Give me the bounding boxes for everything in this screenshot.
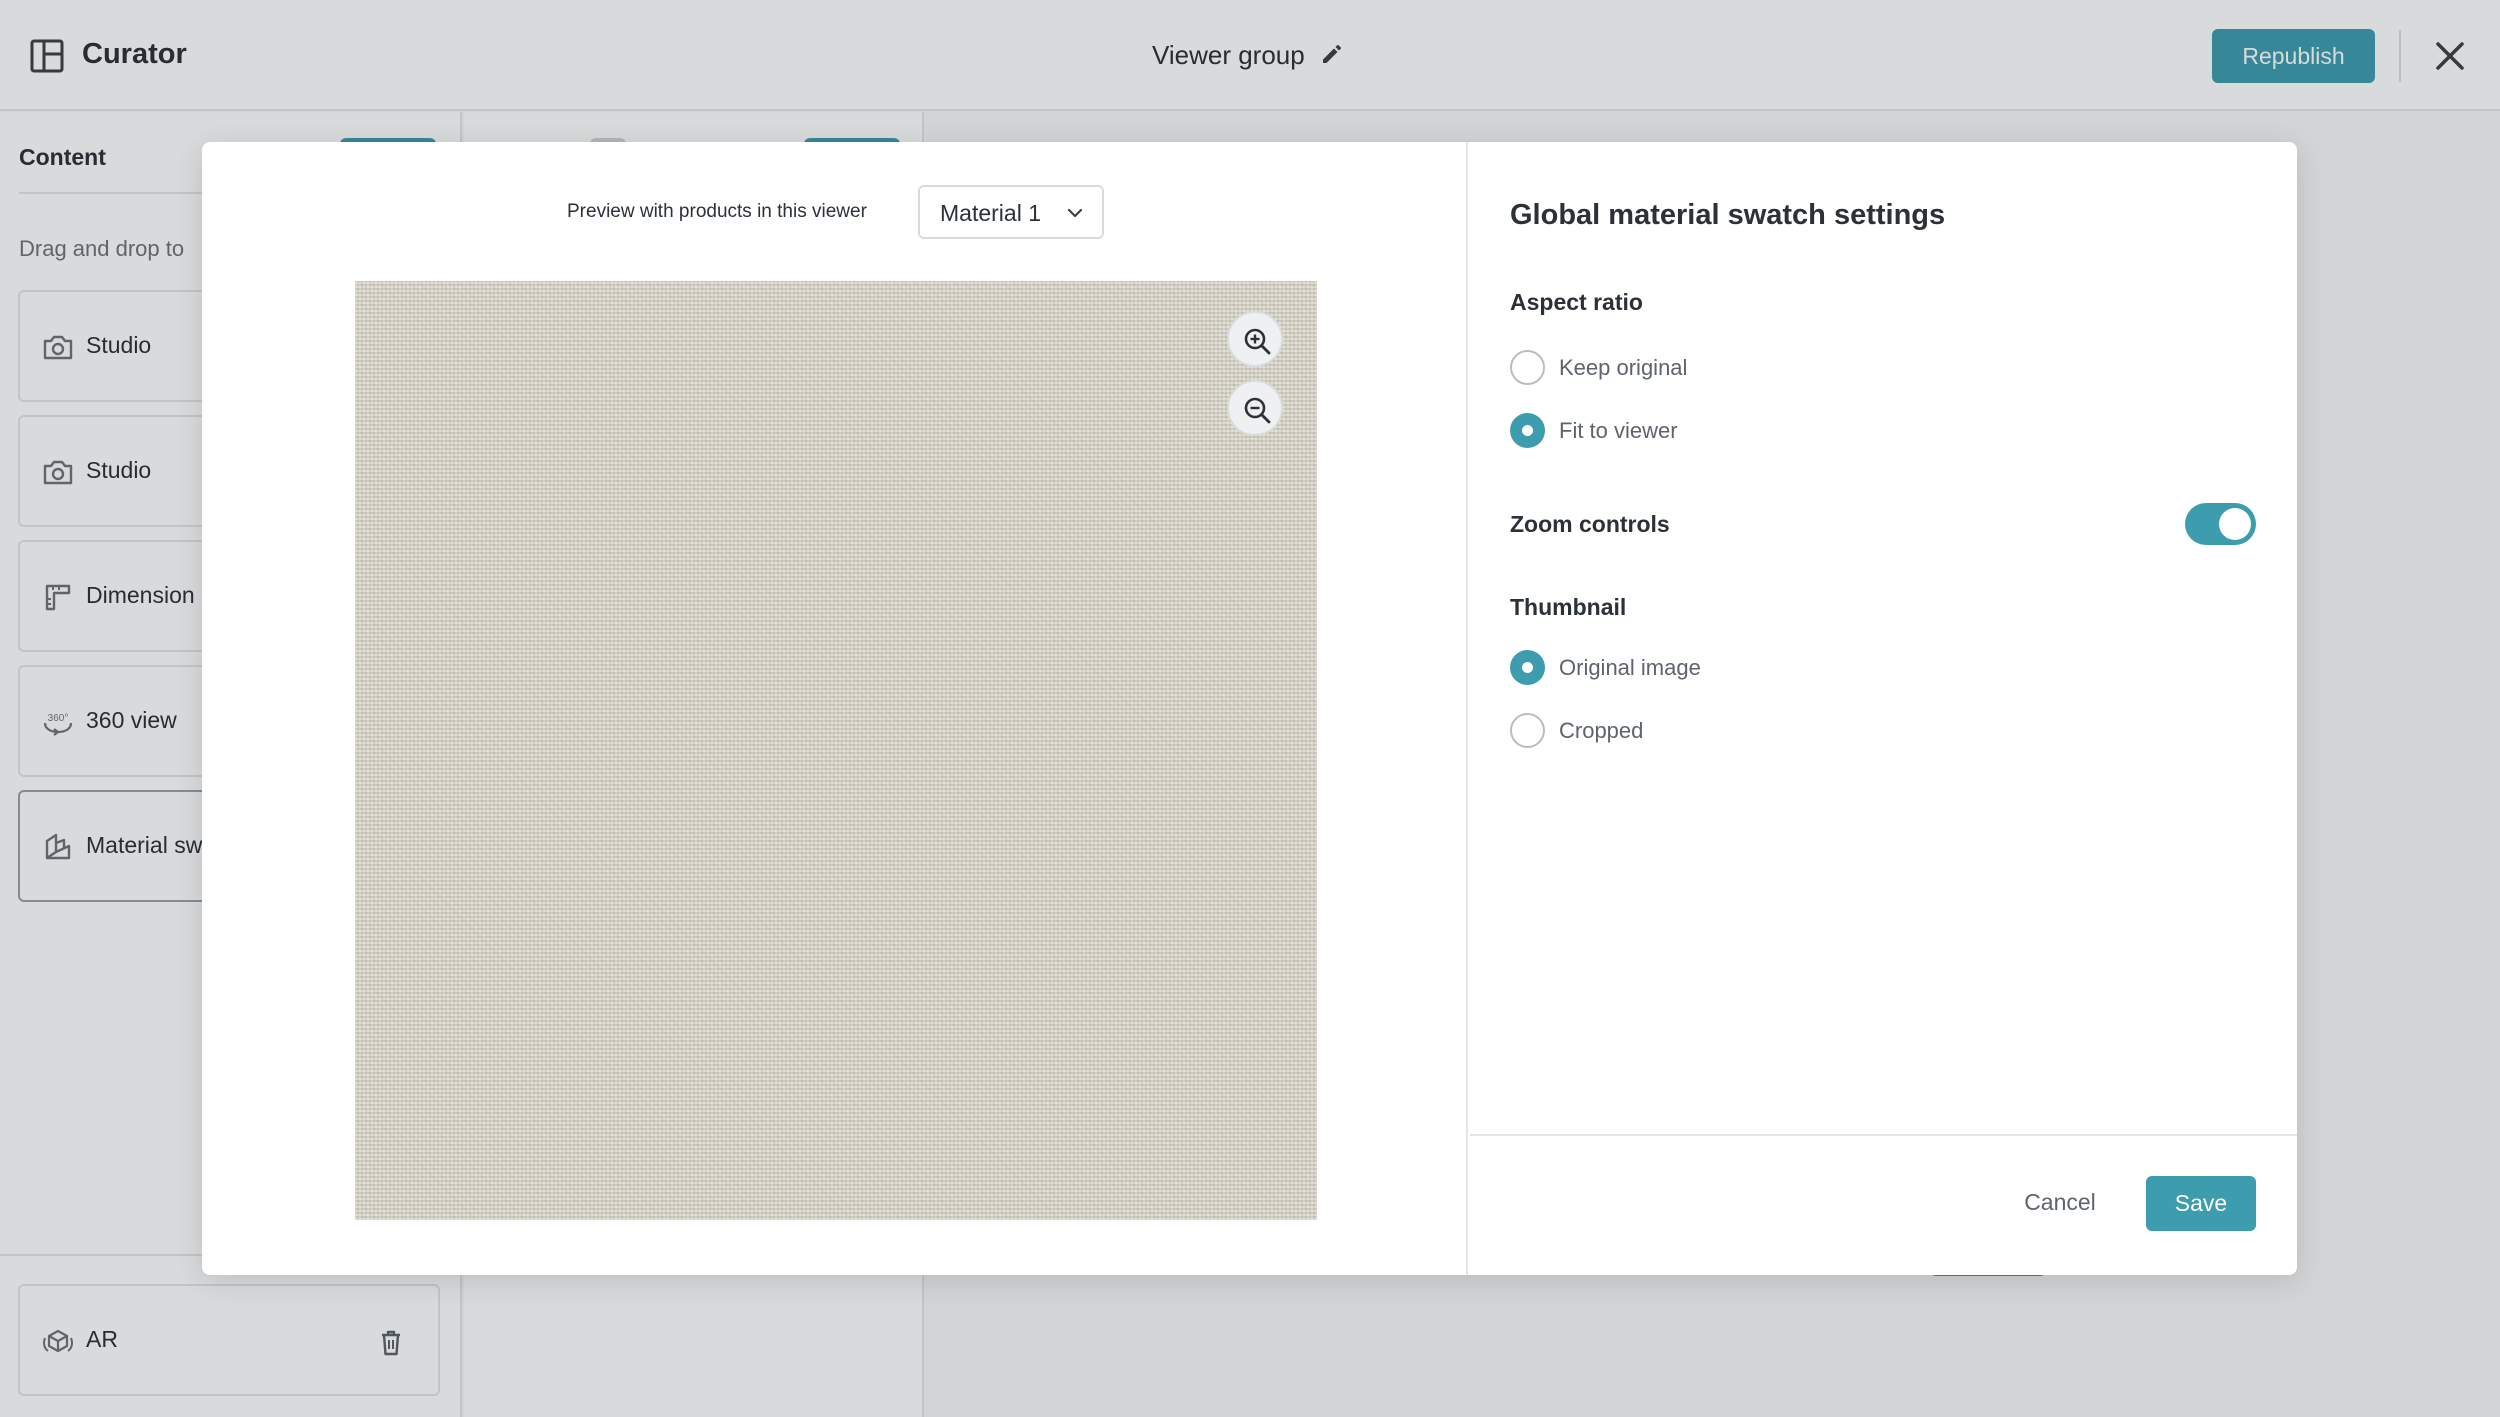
radio-label: Cropped <box>1559 718 1644 743</box>
radio-button[interactable] <box>1510 350 1545 385</box>
chevron-down-icon <box>1067 208 1083 218</box>
material-select[interactable]: Material 1 <box>918 185 1104 239</box>
thumbnail-label: Thumbnail <box>1510 594 1627 620</box>
material-select-value: Material 1 <box>940 200 1041 226</box>
toggle-knob <box>2219 508 2251 540</box>
zoom-out-icon <box>1244 397 1271 424</box>
radio-button[interactable] <box>1510 713 1545 748</box>
material-swatch-settings-modal: Preview with products in this viewer Mat… <box>202 142 2297 1275</box>
preview-pane: Preview with products in this viewer Mat… <box>202 142 1468 1275</box>
radio-button[interactable] <box>1510 650 1545 685</box>
radio-button[interactable] <box>1510 413 1545 448</box>
aspect-ratio-label: Aspect ratio <box>1510 289 1643 315</box>
radio-label: Keep original <box>1559 355 1688 380</box>
material-swatch-preview <box>355 281 1317 1220</box>
zoom-controls-label: Zoom controls <box>1510 511 1670 537</box>
zoom-out-button[interactable] <box>1227 380 1283 436</box>
zoom-in-button[interactable] <box>1227 311 1283 367</box>
cancel-button[interactable]: Cancel <box>2010 1176 2110 1228</box>
radio-label: Fit to viewer <box>1559 418 1678 443</box>
zoom-in-icon <box>1244 328 1271 355</box>
save-button[interactable]: Save <box>2146 1176 2256 1231</box>
radio-label: Original image <box>1559 655 1701 680</box>
settings-pane: Global material swatch settings Aspect r… <box>1470 142 2297 1275</box>
settings-title: Global material swatch settings <box>1510 199 1946 231</box>
zoom-controls-toggle[interactable] <box>2185 503 2256 545</box>
divider <box>1470 1134 2297 1136</box>
preview-label: Preview with products in this viewer <box>567 201 867 222</box>
